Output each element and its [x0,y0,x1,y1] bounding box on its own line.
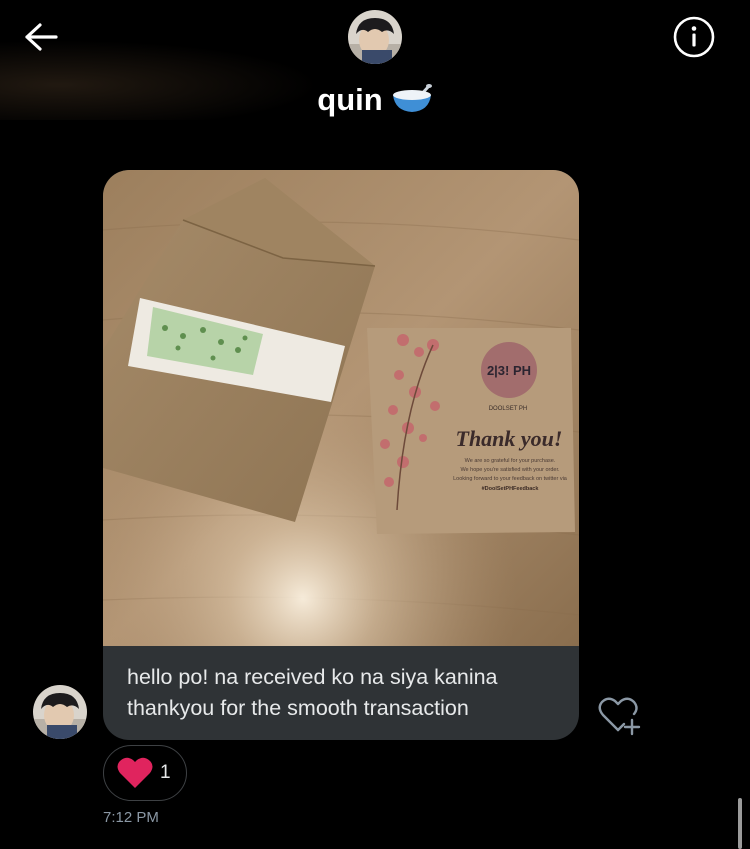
contact-name-text: quin [317,82,383,117]
heart-icon [117,757,153,788]
heart-plus-icon [598,697,641,736]
svg-text:We are so grateful for your pu: We are so grateful for your purchase. [465,458,556,464]
contact-avatar[interactable] [348,10,402,64]
back-button[interactable] [20,20,62,54]
message-text-line-1: hello po! na received ko na siya kanina [127,665,498,689]
svg-text:Looking forward to your feedba: Looking forward to your feedback on twit… [453,476,568,482]
reaction-pill[interactable]: 1 [103,745,187,801]
message-bubble[interactable]: 2|3! PH DOOLSET PH Thank you! We are so … [103,170,579,740]
info-circle-icon [673,16,715,58]
message-timestamp: 7:12 PM [103,809,159,826]
conversation-header: quin [0,0,750,138]
contact-name[interactable]: quin [0,82,750,121]
message-text: hello po! na received ko na siya kanina … [127,662,567,724]
message-text-line-2: thankyou for the smooth transaction [127,696,469,720]
bowl-emoji [391,83,433,121]
reaction-count: 1 [160,762,171,783]
avatar-image [33,685,87,739]
svg-text:2|3! PH: 2|3! PH [487,363,531,378]
avatar-image [348,10,402,64]
add-reaction-button[interactable] [596,694,644,738]
svg-text:Thank you!: Thank you! [456,426,563,451]
conversation-info-button[interactable] [672,15,716,59]
svg-text:#DoolSetPHFeedback: #DoolSetPHFeedback [482,486,540,492]
arrow-left-icon [25,23,58,51]
message-photo[interactable]: 2|3! PH DOOLSET PH Thank you! We are so … [103,170,579,646]
sender-avatar[interactable] [33,685,87,739]
svg-text:DOOLSET PH: DOOLSET PH [489,406,528,412]
svg-text:We hope you're satisfied with: We hope you're satisfied with your order… [460,467,560,473]
scrollbar[interactable] [738,798,742,849]
bowl-icon [392,83,432,112]
thank-you-card: 2|3! PH DOOLSET PH Thank you! We are so … [367,328,575,534]
